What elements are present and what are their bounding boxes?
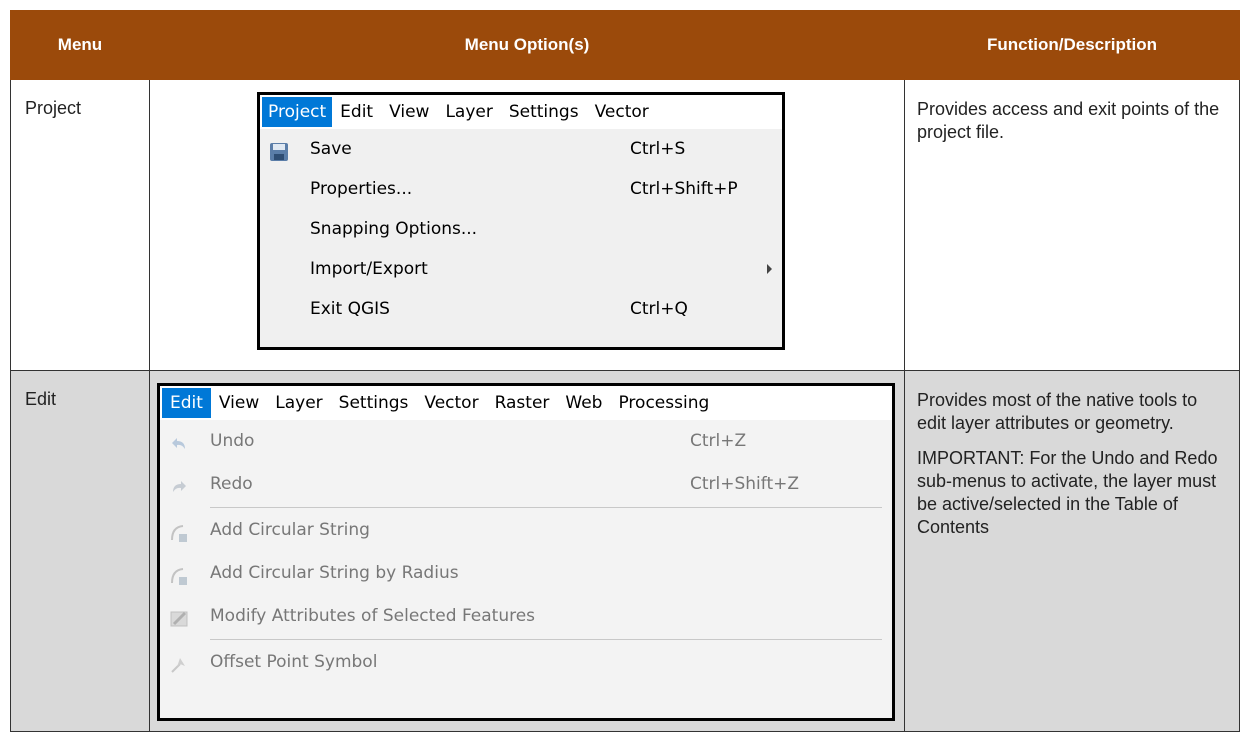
- menu-name: Project: [25, 98, 82, 118]
- circular-string-radius-icon: [168, 561, 190, 585]
- important-note-text: IMPORTANT: For the Undo and Redo sub-men…: [917, 448, 1218, 537]
- menu-separator: [210, 507, 882, 508]
- menubar-item-settings[interactable]: Settings: [501, 97, 587, 127]
- menubar-item-raster[interactable]: Raster: [487, 388, 558, 418]
- submenu-arrow-icon: [767, 264, 772, 274]
- menu-item-label: Exit QGIS: [310, 299, 390, 319]
- menu-item-label: Add Circular String: [210, 520, 370, 540]
- menu-options-cell: Project Edit View Layer Settings Vector …: [149, 79, 905, 371]
- menubar-item-settings[interactable]: Settings: [331, 388, 417, 418]
- table-row: Edit Edit View Layer Settings Vector Ras…: [10, 370, 1240, 732]
- circular-string-icon: [168, 518, 190, 542]
- menu-item-label: Modify Attributes of Selected Features: [210, 606, 536, 626]
- menu-item-shortcut: Ctrl+Shift+Z: [690, 474, 800, 494]
- description-cell: Provides access and exit points of the p…: [904, 79, 1240, 371]
- menubar-item-web[interactable]: Web: [557, 388, 610, 418]
- menu-item-snapping-options[interactable]: Snapping Options...: [260, 209, 782, 249]
- menubar-item-view[interactable]: View: [381, 97, 437, 127]
- menu-item-modify-attributes[interactable]: Modify Attributes of Selected Features: [160, 595, 892, 638]
- menu-item-redo[interactable]: Redo Ctrl+Shift+Z: [160, 463, 892, 506]
- table-row: Project Project Edit View Layer Settings…: [10, 79, 1240, 371]
- menu-reference-table-wrapper: Menu Menu Option(s) Function/Description…: [10, 10, 1240, 740]
- menu-name: Edit: [25, 389, 57, 409]
- header-menu: Menu: [10, 10, 150, 80]
- menu-item-label: Snapping Options...: [310, 219, 478, 239]
- table-header-row: Menu Menu Option(s) Function/Description: [10, 10, 1240, 80]
- menu-item-add-circular-string-by-radius[interactable]: Add Circular String by Radius: [160, 552, 892, 595]
- menu-item-label: Add Circular String by Radius: [210, 563, 459, 583]
- save-icon: [268, 138, 290, 161]
- description-text: Provides access and exit points of the p…: [917, 99, 1220, 142]
- menu-bar: Project Edit View Layer Settings Vector: [260, 95, 782, 129]
- menu-item-offset-point-symbol[interactable]: Offset Point Symbol: [160, 641, 892, 684]
- menu-item-shortcut: Ctrl+Z: [690, 431, 747, 451]
- menu-item-label: Undo: [210, 431, 255, 451]
- menu-item-label: Save: [310, 139, 352, 159]
- offset-point-icon: [168, 650, 190, 673]
- undo-icon: [168, 429, 190, 451]
- header-function-description: Function/Description: [904, 10, 1240, 80]
- menu-item-undo[interactable]: Undo Ctrl+Z: [160, 420, 892, 463]
- edit-menu-screenshot: Edit View Layer Settings Vector Raster W…: [157, 383, 895, 721]
- menu-item-shortcut: Ctrl+Q: [630, 299, 688, 319]
- menubar-item-processing[interactable]: Processing: [610, 388, 717, 418]
- menu-item-exit-qgis[interactable]: Exit QGIS Ctrl+Q: [260, 289, 782, 329]
- menu-item-shortcut: Ctrl+Shift+P: [630, 179, 738, 199]
- menu-options-cell: Edit View Layer Settings Vector Raster W…: [149, 370, 905, 732]
- header-menu-options: Menu Option(s): [149, 10, 905, 80]
- description-text: Provides most of the native tools to edi…: [917, 390, 1198, 433]
- menu-item-label: Redo: [210, 474, 253, 494]
- menubar-item-project[interactable]: Project: [262, 97, 333, 127]
- menu-cell: Edit: [10, 370, 150, 732]
- menubar-item-layer[interactable]: Layer: [267, 388, 330, 418]
- menu-cell: Project: [10, 79, 150, 371]
- menu-bar: Edit View Layer Settings Vector Raster W…: [160, 386, 892, 420]
- menu-item-shortcut: Ctrl+S: [630, 139, 686, 159]
- menu-item-label: Offset Point Symbol: [210, 652, 378, 672]
- menu-item-label: Import/Export: [310, 259, 428, 279]
- menu-separator: [210, 639, 882, 640]
- menubar-item-vector[interactable]: Vector: [416, 388, 486, 418]
- menu-item-save[interactable]: Save Ctrl+S: [260, 129, 782, 169]
- modify-attributes-icon: [168, 604, 190, 627]
- menubar-item-vector[interactable]: Vector: [587, 97, 657, 127]
- menu-item-import-export[interactable]: Import/Export: [260, 249, 782, 289]
- description-cell: Provides most of the native tools to edi…: [904, 370, 1240, 732]
- redo-icon: [168, 472, 190, 494]
- menubar-item-view[interactable]: View: [211, 388, 267, 418]
- menubar-item-edit[interactable]: Edit: [162, 388, 211, 418]
- project-menu-screenshot: Project Edit View Layer Settings Vector …: [257, 92, 785, 350]
- menu-reference-table: Menu Menu Option(s) Function/Description…: [10, 10, 1240, 732]
- menubar-item-layer[interactable]: Layer: [437, 97, 500, 127]
- menubar-item-edit[interactable]: Edit: [332, 97, 381, 127]
- menu-item-properties[interactable]: Properties... Ctrl+Shift+P: [260, 169, 782, 209]
- menu-item-add-circular-string[interactable]: Add Circular String: [160, 509, 892, 552]
- menu-item-label: Properties...: [310, 179, 413, 199]
